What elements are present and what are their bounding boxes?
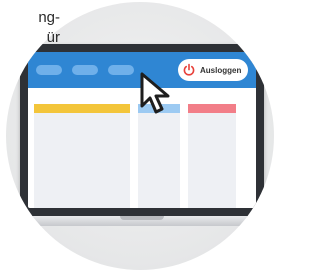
- content-column-2: [138, 104, 180, 208]
- logout-label: Ausloggen: [200, 65, 242, 75]
- content-column-1: [34, 104, 130, 208]
- nav-item-1[interactable]: [36, 65, 62, 75]
- nav-item-2[interactable]: [72, 65, 98, 75]
- power-icon: [182, 63, 196, 77]
- nav-item-3[interactable]: [108, 65, 134, 75]
- column-3-header-bar: [188, 104, 236, 113]
- logout-button[interactable]: Ausloggen: [178, 59, 248, 81]
- laptop-base: [10, 216, 274, 226]
- content-column-3: [188, 104, 236, 208]
- mouse-cursor-icon: [140, 72, 174, 116]
- intro-text: ng- ür: [0, 8, 60, 48]
- intro-text-line-2: ür: [46, 29, 60, 46]
- laptop-bezel: Ausloggen: [20, 44, 264, 216]
- laptop-notch: [120, 216, 164, 220]
- column-1-header-bar: [34, 104, 130, 113]
- intro-text-line-1: ng-: [38, 9, 60, 26]
